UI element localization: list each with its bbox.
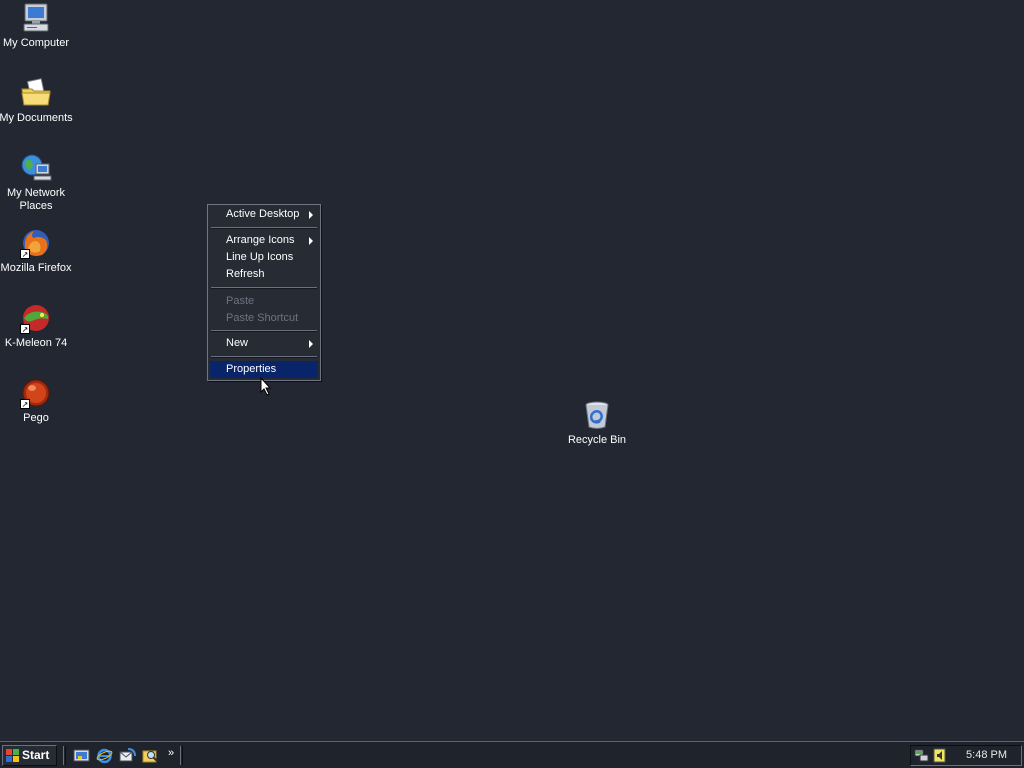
menu-item-arrange-icons[interactable]: Arrange Icons xyxy=(210,232,318,249)
search-icon[interactable] xyxy=(142,747,159,764)
menu-item-paste-shortcut: Paste Shortcut xyxy=(210,310,318,327)
volume-icon[interactable] xyxy=(932,748,947,763)
internet-explorer-icon[interactable] xyxy=(96,747,113,764)
windows-logo-icon xyxy=(6,749,19,762)
menu-item-label: Line Up Icons xyxy=(226,251,294,263)
k-meleon-icon: ↗ xyxy=(20,302,52,334)
outlook-express-icon[interactable] xyxy=(119,747,136,764)
mouse-pointer-icon xyxy=(260,377,272,396)
system-tray: 5:48 PM xyxy=(910,745,1022,766)
icon-label: Recycle Bin xyxy=(567,434,627,446)
menu-item-refresh[interactable]: Refresh xyxy=(210,266,318,283)
submenu-arrow-icon xyxy=(309,340,313,348)
icon-label: My Computer xyxy=(2,37,70,49)
shortcut-arrow-icon: ↗ xyxy=(20,249,30,259)
menu-item-label: New xyxy=(226,337,249,349)
network-places-icon xyxy=(20,152,52,184)
menu-item-paste: Paste xyxy=(210,293,318,310)
icon-label: My Documents xyxy=(0,112,73,124)
menu-item-active-desktop[interactable]: Active Desktop xyxy=(210,206,318,223)
menu-item-label: Refresh xyxy=(226,268,265,280)
taskbar-clock[interactable]: 5:48 PM xyxy=(966,746,1007,765)
menu-item-line-up-icons[interactable]: Line Up Icons xyxy=(210,249,318,266)
menu-item-label: Properties xyxy=(226,363,277,375)
menu-item-label: Paste Shortcut xyxy=(226,312,299,324)
my-computer-icon xyxy=(20,2,52,34)
shortcut-arrow-icon: ↗ xyxy=(20,324,30,334)
desktop[interactable]: My Computer My Documents My Network Plac… xyxy=(0,0,1024,741)
submenu-arrow-icon xyxy=(309,237,313,245)
menu-separator xyxy=(211,227,317,229)
taskbar: Start » 5:48 PM xyxy=(0,741,1024,768)
shortcut-arrow-icon: ↗ xyxy=(20,399,30,409)
desktop-icon-recycle-bin[interactable]: Recycle Bin xyxy=(559,399,635,447)
menu-separator xyxy=(211,287,317,289)
recycle-bin-icon xyxy=(581,399,613,431)
desktop-icon-k-meleon[interactable]: ↗ K-Meleon 74 xyxy=(0,302,74,350)
icon-label: K-Meleon 74 xyxy=(4,337,68,349)
quick-launch-overflow-button[interactable]: » xyxy=(168,746,174,760)
start-button[interactable]: Start xyxy=(2,745,57,766)
menu-item-properties[interactable]: Properties xyxy=(210,361,318,378)
firefox-icon: ↗ xyxy=(20,227,52,259)
menu-item-new[interactable]: New xyxy=(210,335,318,352)
submenu-arrow-icon xyxy=(309,211,313,219)
menu-separator xyxy=(211,356,317,358)
menu-item-label: Paste xyxy=(226,295,255,307)
my-documents-icon xyxy=(20,77,52,109)
pego-icon: ↗ xyxy=(20,377,52,409)
network-connection-icon[interactable] xyxy=(914,748,929,763)
desktop-icon-pego[interactable]: ↗ Pego xyxy=(0,377,74,425)
menu-item-label: Arrange Icons xyxy=(226,234,295,246)
start-label: Start xyxy=(22,748,50,762)
icon-label: Mozilla Firefox xyxy=(0,262,72,274)
desktop-icon-firefox[interactable]: ↗ Mozilla Firefox xyxy=(0,227,74,275)
toolbar-grip[interactable] xyxy=(63,746,66,765)
desktop-icon-my-computer[interactable]: My Computer xyxy=(0,2,74,50)
menu-item-label: Active Desktop xyxy=(226,208,300,220)
icon-label: Pego xyxy=(23,412,49,424)
menu-separator xyxy=(211,330,317,332)
desktop-icon-my-documents[interactable]: My Documents xyxy=(0,77,74,125)
show-desktop-icon[interactable] xyxy=(73,747,90,764)
desktop-icon-network-places[interactable]: My Network Places xyxy=(0,152,74,213)
toolbar-grip[interactable] xyxy=(180,746,183,765)
icon-label: My Network Places xyxy=(6,187,66,212)
desktop-context-menu: Active Desktop Arrange Icons Line Up Ico… xyxy=(207,204,321,381)
